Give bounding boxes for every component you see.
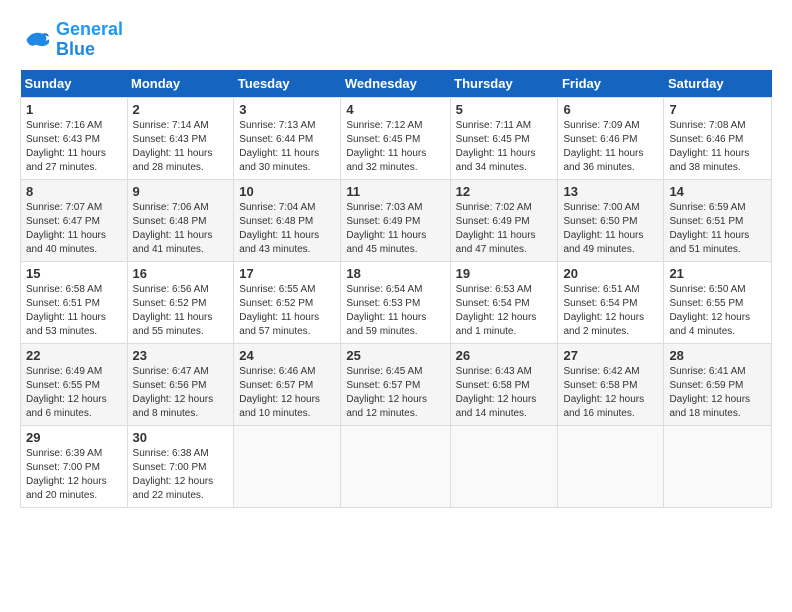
calendar-week-row: 22Sunrise: 6:49 AM Sunset: 6:55 PM Dayli… [21,343,772,425]
calendar-day: 2Sunrise: 7:14 AM Sunset: 6:43 PM Daylig… [127,97,234,179]
calendar-day [234,425,341,507]
calendar-day: 20Sunrise: 6:51 AM Sunset: 6:54 PM Dayli… [558,261,664,343]
calendar-day: 5Sunrise: 7:11 AM Sunset: 6:45 PM Daylig… [450,97,558,179]
calendar-day: 16Sunrise: 6:56 AM Sunset: 6:52 PM Dayli… [127,261,234,343]
calendar-day: 7Sunrise: 7:08 AM Sunset: 6:46 PM Daylig… [664,97,772,179]
logo: General Blue [20,20,123,60]
calendar-day: 3Sunrise: 7:13 AM Sunset: 6:44 PM Daylig… [234,97,341,179]
calendar-day: 15Sunrise: 6:58 AM Sunset: 6:51 PM Dayli… [21,261,128,343]
calendar-day: 11Sunrise: 7:03 AM Sunset: 6:49 PM Dayli… [341,179,450,261]
calendar-day: 28Sunrise: 6:41 AM Sunset: 6:59 PM Dayli… [664,343,772,425]
calendar-day: 4Sunrise: 7:12 AM Sunset: 6:45 PM Daylig… [341,97,450,179]
calendar-week-row: 15Sunrise: 6:58 AM Sunset: 6:51 PM Dayli… [21,261,772,343]
calendar-table: SundayMondayTuesdayWednesdayThursdayFrid… [20,70,772,508]
calendar-day: 10Sunrise: 7:04 AM Sunset: 6:48 PM Dayli… [234,179,341,261]
calendar-day: 21Sunrise: 6:50 AM Sunset: 6:55 PM Dayli… [664,261,772,343]
calendar-day: 23Sunrise: 6:47 AM Sunset: 6:56 PM Dayli… [127,343,234,425]
calendar-day: 18Sunrise: 6:54 AM Sunset: 6:53 PM Dayli… [341,261,450,343]
weekday-header: Monday [127,70,234,98]
weekday-header: Saturday [664,70,772,98]
calendar-day: 17Sunrise: 6:55 AM Sunset: 6:52 PM Dayli… [234,261,341,343]
page-header: General Blue [20,20,772,60]
weekday-header: Thursday [450,70,558,98]
weekday-header: Wednesday [341,70,450,98]
calendar-header-row: SundayMondayTuesdayWednesdayThursdayFrid… [21,70,772,98]
calendar-day: 22Sunrise: 6:49 AM Sunset: 6:55 PM Dayli… [21,343,128,425]
calendar-day: 27Sunrise: 6:42 AM Sunset: 6:58 PM Dayli… [558,343,664,425]
calendar-day: 8Sunrise: 7:07 AM Sunset: 6:47 PM Daylig… [21,179,128,261]
calendar-day [664,425,772,507]
weekday-header: Friday [558,70,664,98]
calendar-day: 19Sunrise: 6:53 AM Sunset: 6:54 PM Dayli… [450,261,558,343]
calendar-day [450,425,558,507]
weekday-header: Tuesday [234,70,341,98]
calendar-day: 6Sunrise: 7:09 AM Sunset: 6:46 PM Daylig… [558,97,664,179]
calendar-week-row: 1Sunrise: 7:16 AM Sunset: 6:43 PM Daylig… [21,97,772,179]
calendar-day: 9Sunrise: 7:06 AM Sunset: 6:48 PM Daylig… [127,179,234,261]
calendar-day: 12Sunrise: 7:02 AM Sunset: 6:49 PM Dayli… [450,179,558,261]
calendar-week-row: 29Sunrise: 6:39 AM Sunset: 7:00 PM Dayli… [21,425,772,507]
calendar-day: 13Sunrise: 7:00 AM Sunset: 6:50 PM Dayli… [558,179,664,261]
calendar-day [341,425,450,507]
calendar-day: 25Sunrise: 6:45 AM Sunset: 6:57 PM Dayli… [341,343,450,425]
calendar-day: 14Sunrise: 6:59 AM Sunset: 6:51 PM Dayli… [664,179,772,261]
logo-text: General Blue [56,20,123,60]
calendar-day [558,425,664,507]
calendar-week-row: 8Sunrise: 7:07 AM Sunset: 6:47 PM Daylig… [21,179,772,261]
weekday-header: Sunday [21,70,128,98]
logo-icon [20,24,52,56]
calendar-day: 29Sunrise: 6:39 AM Sunset: 7:00 PM Dayli… [21,425,128,507]
calendar-day: 26Sunrise: 6:43 AM Sunset: 6:58 PM Dayli… [450,343,558,425]
calendar-day: 24Sunrise: 6:46 AM Sunset: 6:57 PM Dayli… [234,343,341,425]
calendar-day: 30Sunrise: 6:38 AM Sunset: 7:00 PM Dayli… [127,425,234,507]
calendar-day: 1Sunrise: 7:16 AM Sunset: 6:43 PM Daylig… [21,97,128,179]
